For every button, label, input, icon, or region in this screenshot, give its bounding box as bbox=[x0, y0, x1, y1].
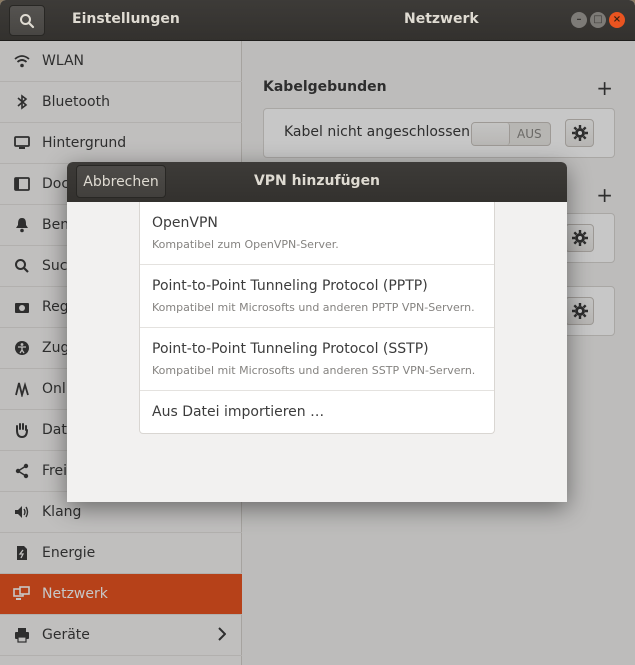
panel-title: Netzwerk bbox=[404, 11, 479, 27]
vpn-option-sstp[interactable]: Point-to-Point Tunneling Protocol (SSTP)… bbox=[140, 328, 494, 391]
vpn-option-import[interactable]: Aus Datei importieren … bbox=[140, 391, 494, 433]
minimize-button[interactable]: – bbox=[571, 12, 587, 28]
window-controls: – □ × bbox=[571, 12, 625, 28]
close-button[interactable]: × bbox=[609, 12, 625, 28]
search-button[interactable] bbox=[9, 5, 45, 36]
header-bar: Einstellungen Netzwerk – □ × bbox=[0, 0, 635, 41]
vpn-option-openvpn[interactable]: OpenVPN Kompatibel zum OpenVPN-Server. bbox=[140, 202, 494, 265]
search-icon bbox=[20, 13, 35, 28]
maximize-button[interactable]: □ bbox=[590, 12, 606, 28]
vpn-option-subtitle: Kompatibel zum OpenVPN-Server. bbox=[152, 238, 339, 251]
vpn-option-title: OpenVPN bbox=[152, 215, 218, 231]
dialog-title: VPN hinzufügen bbox=[253, 173, 381, 189]
vpn-option-title: Point-to-Point Tunneling Protocol (PPTP) bbox=[152, 278, 428, 294]
add-vpn-dialog: Abbrechen VPN hinzufügen OpenVPN Kompati… bbox=[67, 162, 567, 502]
vpn-option-title: Point-to-Point Tunneling Protocol (SSTP) bbox=[152, 341, 429, 357]
app-title: Einstellungen bbox=[72, 11, 180, 27]
vpn-option-pptp[interactable]: Point-to-Point Tunneling Protocol (PPTP)… bbox=[140, 265, 494, 328]
vpn-option-subtitle: Kompatibel mit Microsofts und anderen SS… bbox=[152, 364, 476, 377]
vpn-option-subtitle: Kompatibel mit Microsofts und anderen PP… bbox=[152, 301, 475, 314]
vpn-type-list: OpenVPN Kompatibel zum OpenVPN-Server. P… bbox=[139, 202, 495, 434]
vpn-option-title: Aus Datei importieren … bbox=[152, 404, 325, 420]
settings-window: Einstellungen Netzwerk – □ × WLAN Blueto… bbox=[0, 0, 635, 665]
dialog-header: Abbrechen VPN hinzufügen bbox=[67, 162, 567, 202]
